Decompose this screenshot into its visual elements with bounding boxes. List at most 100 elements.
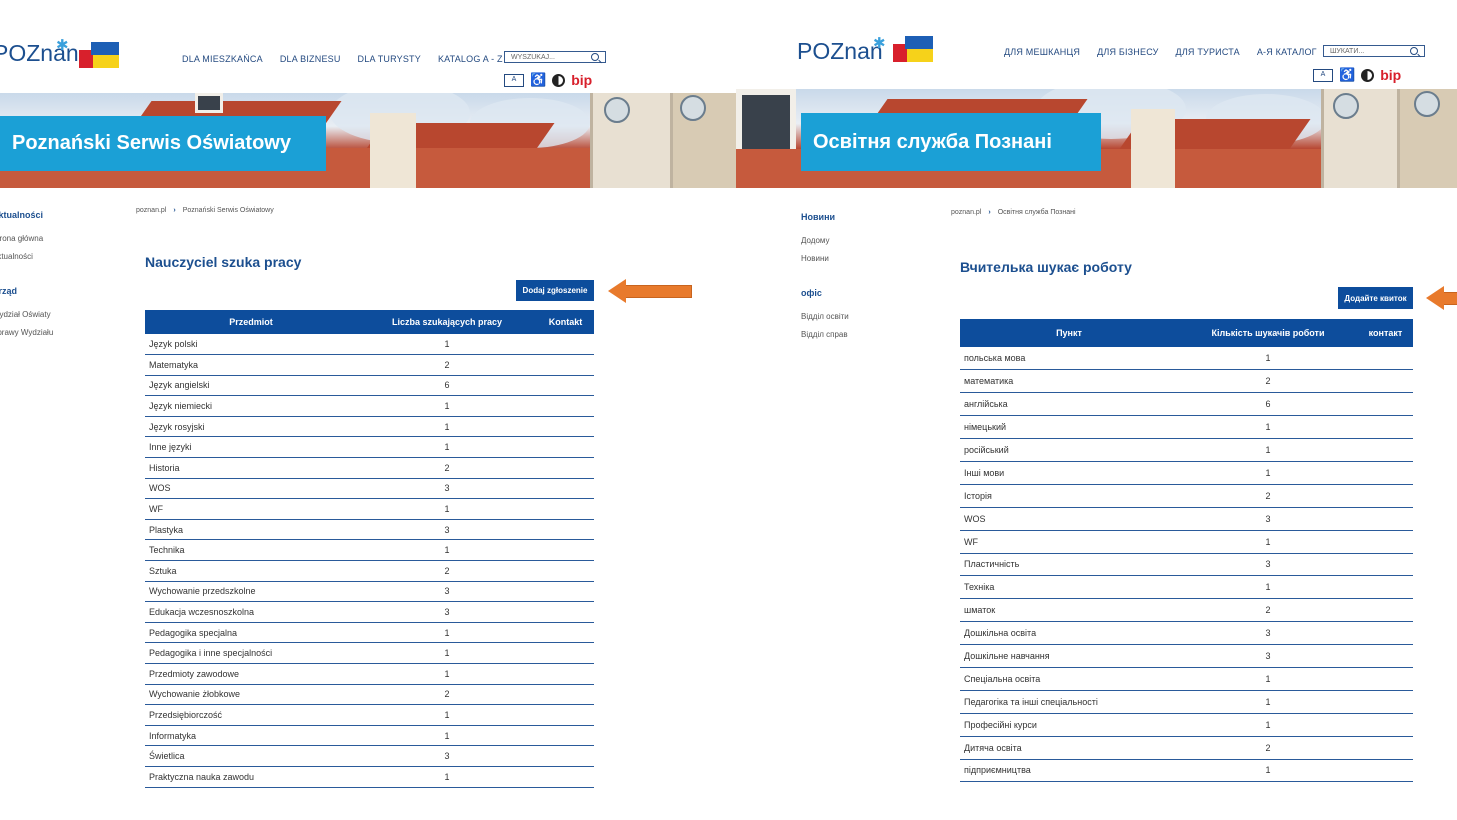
table-row: Wychowanie żłobkowe 2 [145, 684, 594, 706]
count-cell: 1 [1178, 759, 1358, 783]
chevron-right-icon: › [988, 209, 991, 216]
table-header-row: Przedmiot Liczba szukających pracy Konta… [145, 310, 594, 334]
table-row: WF 1 [960, 530, 1413, 554]
contact-cell [1358, 598, 1413, 623]
count-cell: 2 [1178, 598, 1358, 623]
nav-residents[interactable]: DLA MIESZKAŃCA [182, 54, 263, 64]
contact-cell [1358, 530, 1413, 554]
contact-cell [1358, 575, 1413, 600]
table-row: математика 2 [960, 369, 1413, 394]
count-cell: 1 [1178, 461, 1358, 485]
count-cell: 1 [357, 663, 537, 685]
bip-icon[interactable]: bip [571, 72, 592, 88]
sidebar-item-education-dept[interactable]: Wydział Oświaty [0, 310, 53, 319]
banner-title-text: Poznański Serwis Oświatowy [12, 132, 291, 154]
count-cell: 1 [1178, 530, 1358, 554]
contact-cell [1358, 415, 1413, 440]
count-cell: 2 [357, 684, 537, 706]
subject-cell: Technika [145, 539, 357, 562]
column-header-subject: Przedmiot [145, 310, 357, 334]
search-input[interactable]: ШУКАТИ... [1323, 45, 1425, 57]
sidebar-item-news[interactable]: Aktualności [0, 252, 53, 261]
contact-cell [537, 519, 594, 541]
sidebar-item-education-dept[interactable]: Відділ освіти [801, 312, 849, 321]
sidebar-item-home[interactable]: Strona główna [0, 234, 53, 243]
search-input[interactable]: WYSZUKAJ... [504, 51, 606, 63]
sidebar-heading-news[interactable]: Aktualności [0, 210, 53, 220]
add-ticket-button[interactable]: Додайте квиток [1338, 287, 1413, 309]
nav-residents[interactable]: ДЛЯ МЕШКАНЦЯ [1004, 47, 1080, 57]
subject-cell: Дошкільна освіта [960, 621, 1178, 646]
contrast-icon[interactable] [552, 73, 566, 87]
sidebar-heading-office[interactable]: офіс [801, 288, 849, 298]
table-row: WF 1 [145, 498, 594, 520]
count-cell: 1 [357, 334, 537, 356]
table-row: Pedagogika i inne specjalności 1 [145, 642, 594, 664]
nav-catalog[interactable]: А-Я КАТАЛОГ [1257, 47, 1317, 57]
arrow-shaft [624, 285, 692, 298]
wheelchair-icon[interactable]: ♿ [1339, 67, 1355, 83]
nav-tourists[interactable]: ДЛЯ ТУРИСТА [1176, 47, 1240, 57]
count-cell: 6 [1178, 392, 1358, 417]
sidebar-item-news[interactable]: Новини [801, 254, 849, 263]
sidebar-item-dept-affairs[interactable]: Sprawy Wydziału [0, 328, 53, 337]
sign-language-icon[interactable]: A [504, 73, 524, 87]
column-header-contact: Kontakt [537, 310, 594, 334]
nav-business[interactable]: DLA BIZNESU [280, 54, 341, 64]
contact-cell [1358, 667, 1413, 691]
nav-catalog[interactable]: KATALOG A - Z [438, 54, 503, 64]
nav-business[interactable]: ДЛЯ БІЗНЕСУ [1097, 47, 1158, 57]
count-cell: 3 [357, 601, 537, 623]
nav-tourists[interactable]: DLA TURYSTY [358, 54, 421, 64]
banner-clock [604, 97, 630, 123]
count-cell: 1 [1178, 667, 1358, 691]
ukraine-poland-flag-icon [893, 36, 935, 64]
ukrainian-page-screenshot: POZnan ✱ ДЛЯ МЕШКАНЦЯ ДЛЯ БІЗНЕСУ ДЛЯ ТУ… [736, 0, 1457, 792]
subject-cell: німецький [960, 415, 1178, 440]
subject-cell: WOS [145, 478, 357, 500]
subject-cell: Informatyka [145, 725, 357, 747]
table-row: Pedagogika specjalna 1 [145, 622, 594, 644]
subject-cell: англійська [960, 392, 1178, 417]
table-row: Technika 1 [145, 539, 594, 562]
wheelchair-icon[interactable]: ♿ [530, 72, 546, 88]
contact-cell [537, 539, 594, 562]
breadcrumb-home[interactable]: poznan.pl [951, 209, 981, 216]
add-submission-button[interactable]: Dodaj zgłoszenie [516, 280, 594, 301]
banner-title-text: Освітня служба Познані [813, 130, 1052, 153]
table-row: англійська 6 [960, 392, 1413, 417]
poznan-logo[interactable]: POZnan ✱ [0, 37, 79, 67]
count-cell: 1 [357, 498, 537, 520]
poznan-logo[interactable]: POZnan ✱ [797, 35, 886, 65]
breadcrumb-home[interactable]: poznan.pl [136, 207, 166, 214]
subject-cell: Plastyka [145, 519, 357, 541]
search-icon[interactable] [591, 53, 599, 61]
arrow-left-icon [1426, 286, 1457, 310]
count-cell: 1 [1178, 690, 1358, 714]
sidebar-item-dept-affairs[interactable]: Відділ справ [801, 330, 849, 339]
contact-cell [537, 745, 594, 767]
comparison-slide: POZnan ✱ DLA MIESZKAŃCA DLA BIZNESU DLA … [0, 0, 1457, 820]
subject-cell: Дошкільне навчання [960, 644, 1178, 668]
column-header-count: Кількість шукачів роботи [1178, 319, 1358, 347]
bip-icon[interactable]: bip [1380, 67, 1401, 83]
contact-cell [537, 560, 594, 582]
sidebar-item-home[interactable]: Додому [801, 236, 849, 245]
table-row: Język niemiecki 1 [145, 395, 594, 417]
contact-cell [1358, 736, 1413, 760]
sidebar-heading-office[interactable]: Urząd [0, 286, 53, 296]
subject-cell: Świetlica [145, 745, 357, 767]
search-icon[interactable] [1410, 47, 1418, 55]
table-row: Техніка 1 [960, 575, 1413, 600]
banner-chimney [370, 113, 416, 188]
count-cell: 3 [1178, 553, 1358, 577]
count-cell: 1 [357, 766, 537, 788]
subject-cell: Історія [960, 484, 1178, 508]
subject-cell: Wychowanie przedszkolne [145, 581, 357, 603]
count-cell: 3 [1178, 644, 1358, 668]
sidebar-heading-news[interactable]: Новини [801, 212, 849, 222]
accessibility-tools: A ♿ bip [504, 72, 592, 88]
sign-language-icon[interactable]: A [1313, 68, 1333, 82]
contrast-icon[interactable] [1361, 68, 1375, 82]
contact-cell [537, 766, 594, 788]
